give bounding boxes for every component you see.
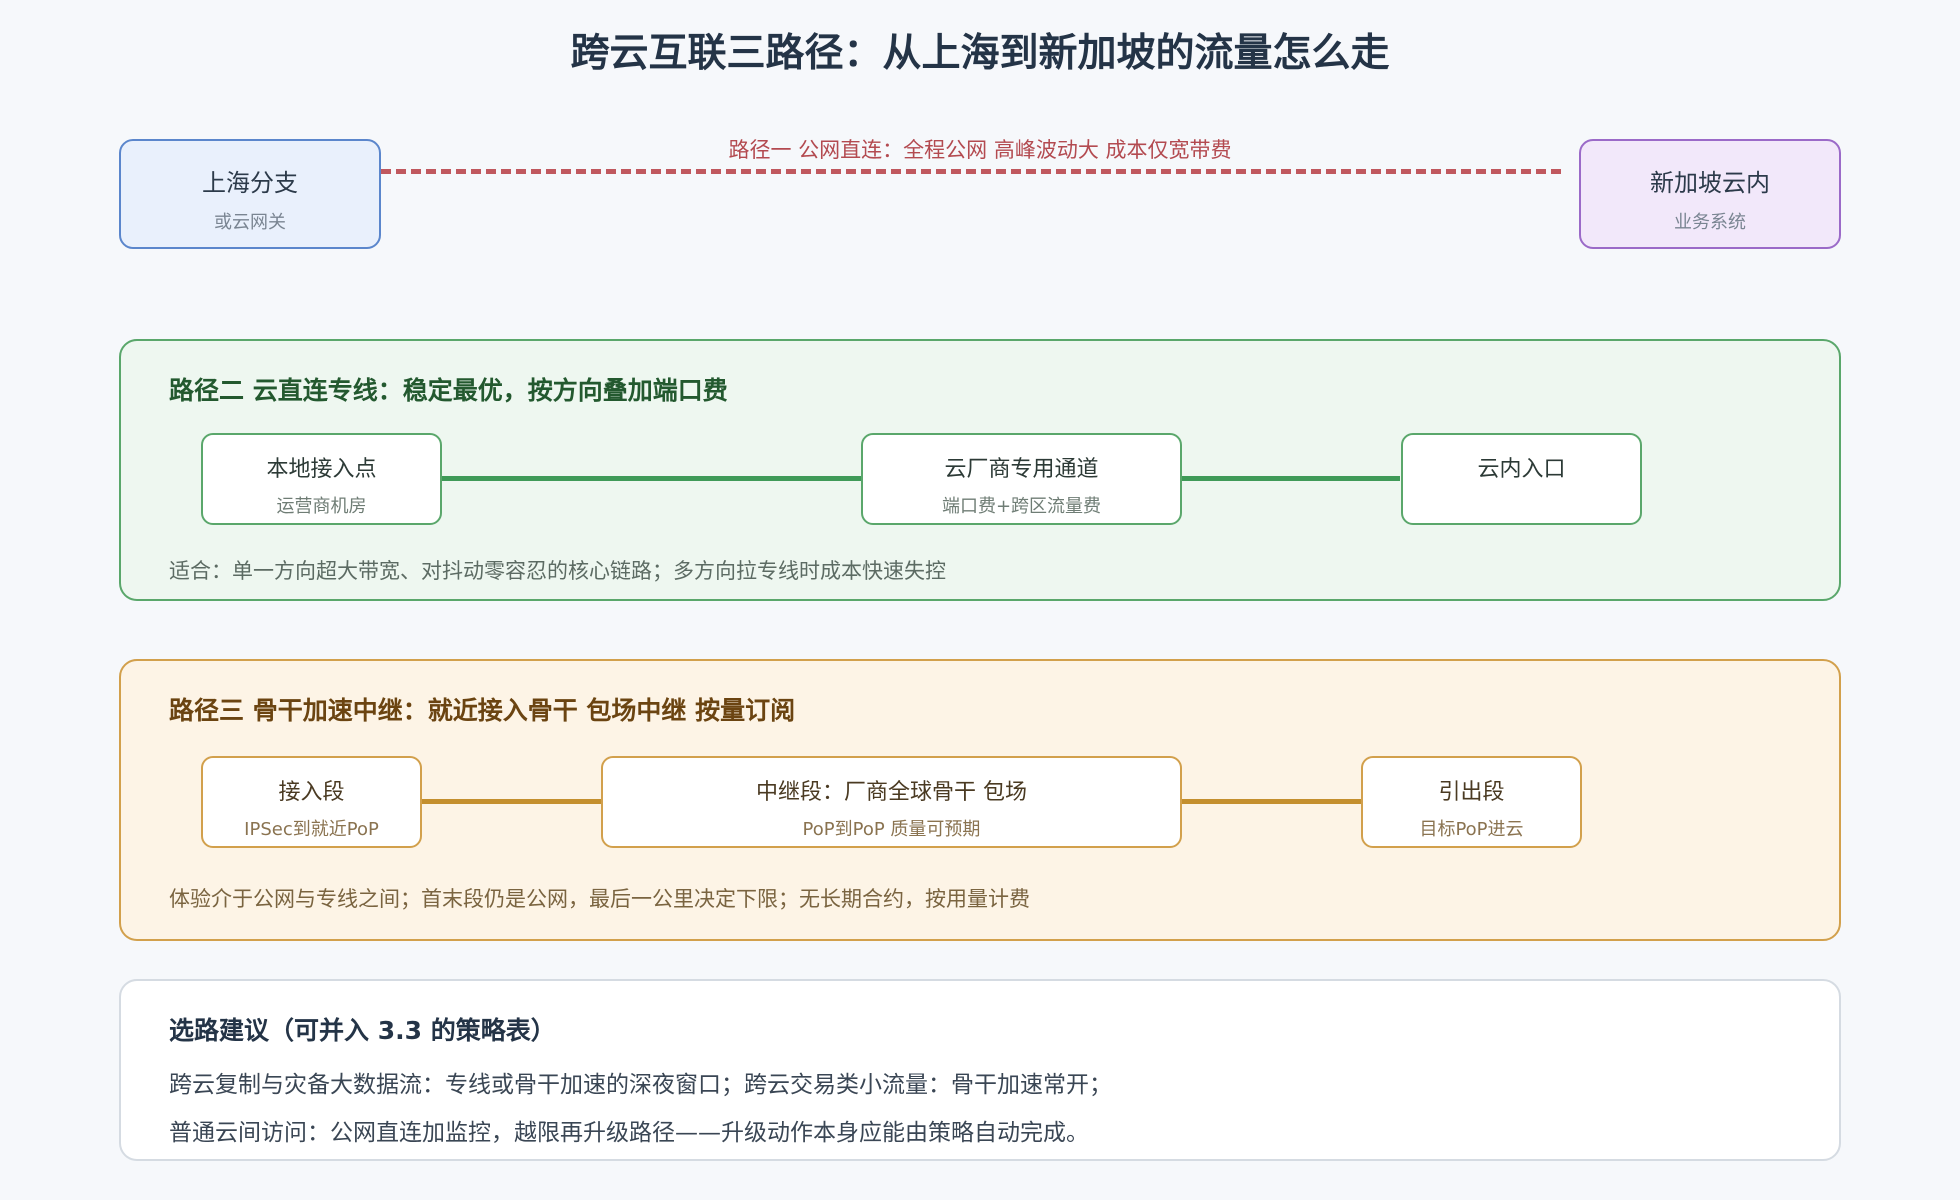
shanghai-branch-sublabel: 或云网关 (214, 212, 286, 233)
route2-node-dedicated-channel: 云厂商专用通道 端口费+跨区流量费 (861, 433, 1182, 525)
route3-connector-1 (422, 799, 604, 804)
route2-section: 路径二 云直连专线：稳定最优，按方向叠加端口费 本地接入点 运营商机房 云厂商专… (119, 339, 1841, 601)
route2-node-local-access: 本地接入点 运营商机房 (201, 433, 442, 525)
route2-heading: 路径二 云直连专线：稳定最优，按方向叠加端口费 (169, 376, 728, 405)
route2-node-label: 云内入口 (1477, 457, 1566, 482)
route2-node-label: 云厂商专用通道 (944, 457, 1099, 482)
route3-connector-2 (1180, 799, 1362, 804)
route3-node-label: 中继段：厂商全球骨干 包场 (756, 780, 1027, 805)
diagram-canvas: 跨云互联三路径：从上海到新加坡的流量怎么走 上海分支 或云网关 路径一 公网直连… (0, 0, 1960, 1200)
route2-note: 适合：单一方向超大带宽、对抖动零容忍的核心链路；多方向拉专线时成本快速失控 (169, 559, 946, 583)
advice-line-2: 普通云间访问：公网直连加监控，越限再升级路径——升级动作本身应能由策略自动完成。 (169, 1120, 1089, 1146)
route1-label: 路径一 公网直连：全程公网 高峰波动大 成本仅宽带费 (728, 138, 1232, 162)
route2-node-cloud-entry: 云内入口 (1401, 433, 1642, 525)
diagram-title: 跨云互联三路径：从上海到新加坡的流量怎么走 (570, 31, 1390, 76)
shanghai-branch-label: 上海分支 (202, 169, 298, 197)
route3-node-egress-segment: 引出段 目标PoP进云 (1361, 756, 1582, 848)
public-internet-dashed-line (381, 169, 1561, 174)
route2-connector-2 (1180, 476, 1400, 481)
route3-note: 体验介于公网与专线之间；首末段仍是公网，最后一公里决定下限；无长期合约，按用量计… (169, 887, 1030, 911)
route3-node-label: 引出段 (1438, 780, 1505, 805)
shanghai-branch-node: 上海分支 或云网关 (119, 139, 381, 249)
singapore-cloud-sublabel: 业务系统 (1674, 212, 1746, 233)
route3-section: 路径三 骨干加速中继：就近接入骨干 包场中继 按量订阅 接入段 IPSec到就近… (119, 659, 1841, 941)
advice-line-1: 跨云复制与灾备大数据流：专线或骨干加速的深夜窗口；跨云交易类小流量：骨干加速常开… (169, 1072, 1112, 1098)
route3-node-sublabel: 目标PoP进云 (1419, 819, 1524, 840)
route3-node-label: 接入段 (278, 780, 345, 805)
route2-connector-1 (442, 476, 864, 481)
advice-heading: 选路建议（可并入 3.3 的策略表） (169, 1016, 556, 1045)
route2-node-sublabel: 端口费+跨区流量费 (941, 496, 1102, 517)
singapore-cloud-label: 新加坡云内 (1650, 169, 1770, 197)
route2-node-label: 本地接入点 (266, 457, 377, 482)
route3-node-access-segment: 接入段 IPSec到就近PoP (201, 756, 422, 848)
route2-node-sublabel: 运营商机房 (276, 496, 367, 517)
route3-heading: 路径三 骨干加速中继：就近接入骨干 包场中继 按量订阅 (169, 696, 796, 725)
route3-node-sublabel: PoP到PoP 质量可预期 (802, 819, 981, 840)
advice-section: 选路建议（可并入 3.3 的策略表） 跨云复制与灾备大数据流：专线或骨干加速的深… (119, 979, 1841, 1161)
singapore-cloud-node: 新加坡云内 业务系统 (1579, 139, 1841, 249)
route3-node-sublabel: IPSec到就近PoP (244, 819, 379, 840)
route3-node-relay-segment: 中继段：厂商全球骨干 包场 PoP到PoP 质量可预期 (601, 756, 1182, 848)
